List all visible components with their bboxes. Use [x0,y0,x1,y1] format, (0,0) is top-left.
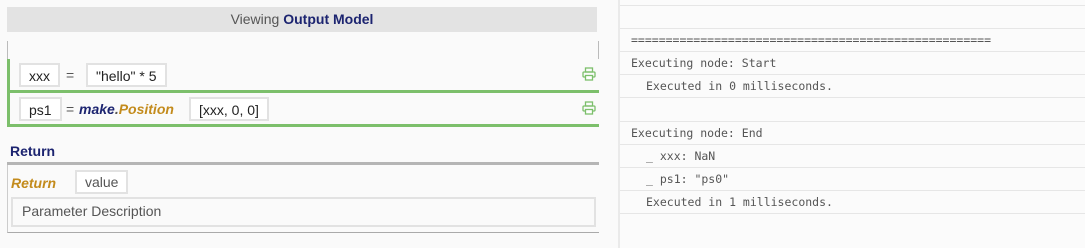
block-stub [7,41,599,59]
console-panel: ========================================… [620,0,1085,248]
console-line: Executed in 1 milliseconds. [620,190,1085,213]
console-separator: ========================================… [620,28,1085,51]
view-header-prefix: Viewing [230,11,280,27]
parameter-description-field[interactable]: Parameter Description [11,197,596,227]
console-line [620,97,1085,120]
equals-sign: = [66,101,75,117]
function-module: make [79,101,115,117]
variable-name-box[interactable]: xxx [19,63,60,87]
printer-icon[interactable] [582,101,596,115]
return-keyword: Return [11,175,57,191]
view-header: Viewing Output Model [7,7,597,32]
variable-name-box[interactable]: ps1 [19,97,62,121]
argument-box[interactable]: [xxx, 0, 0] [189,97,269,121]
return-value-box[interactable]: value [75,170,129,194]
console-line: _ xxx: NaN [620,144,1085,167]
statement-row[interactable]: ps1 = make.Position [xxx, 0, 0] [7,93,599,127]
console-line [620,213,1085,236]
editor-panel: Viewing Output Model xxx = "hello" * 5 p… [0,0,620,248]
console-line: _ ps1: "ps0" [620,167,1085,190]
function-name: Position [118,101,174,117]
console-line: Executed in 0 milliseconds. [620,74,1085,97]
console-line [620,5,1085,28]
printer-icon[interactable] [582,67,596,81]
function-call[interactable]: make.Position [79,97,174,121]
expression-box[interactable]: "hello" * 5 [86,63,167,87]
statement-row[interactable]: xxx = "hello" * 5 [7,59,599,93]
return-section-title: Return [10,143,56,159]
equals-sign: = [66,67,75,83]
console-line: Executing node: Start [620,51,1085,74]
view-header-model: Output Model [283,11,374,27]
console-line: Executing node: End [620,121,1085,144]
